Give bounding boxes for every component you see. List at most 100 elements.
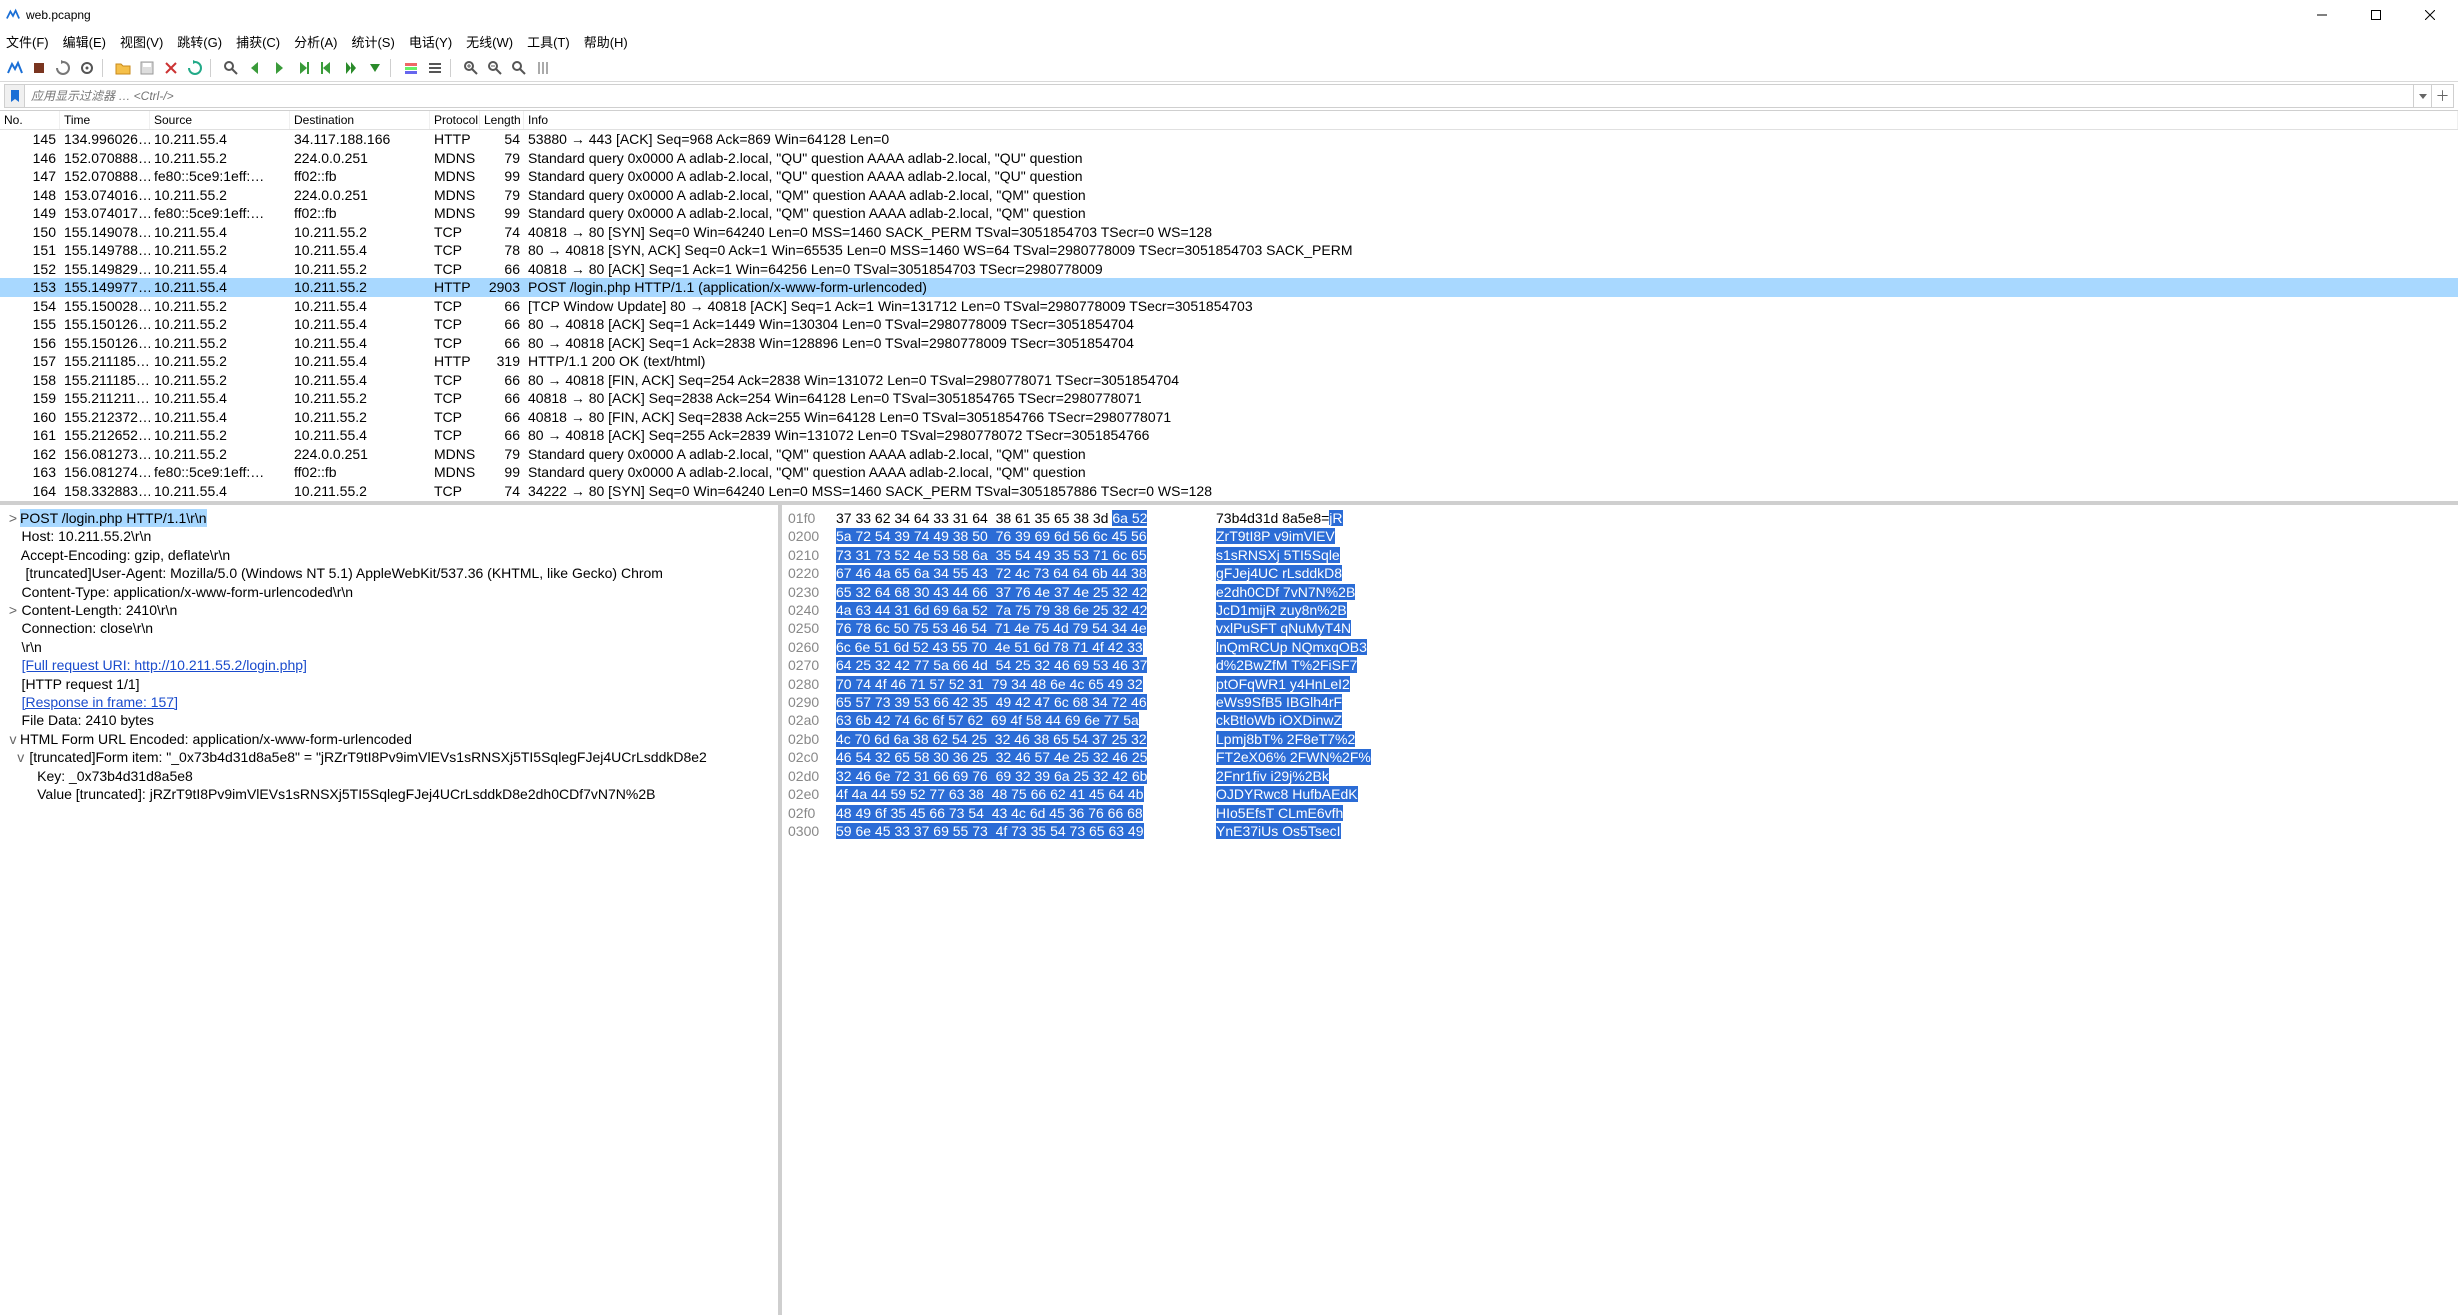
hex-row[interactable]: 021073 31 73 52 4e 53 58 6a 35 54 49 35 … bbox=[788, 546, 2452, 564]
packet-row[interactable]: 155155.150126…10.211.55.210.211.55.4TCP6… bbox=[0, 315, 2458, 334]
packet-row[interactable]: 161155.212652…10.211.55.210.211.55.4TCP6… bbox=[0, 426, 2458, 445]
close-button[interactable] bbox=[2412, 4, 2448, 26]
find-icon[interactable] bbox=[220, 57, 242, 79]
detail-crlf[interactable]: \r\n bbox=[6, 638, 772, 656]
hex-row[interactable]: 027064 25 32 42 77 5a 66 4d 54 25 32 46 … bbox=[788, 656, 2452, 674]
packet-list-pane[interactable]: No. Time Source Destination Protocol Len… bbox=[0, 110, 2458, 505]
hex-row[interactable]: 023065 32 64 68 30 43 44 66 37 76 4e 37 … bbox=[788, 583, 2452, 601]
hex-row[interactable]: 02e04f 4a 44 59 52 77 63 38 48 75 66 62 … bbox=[788, 785, 2452, 803]
column-info[interactable]: Info bbox=[524, 111, 2458, 129]
menu-tools[interactable]: 工具(T) bbox=[527, 32, 570, 51]
expand-icon[interactable]: > bbox=[6, 509, 20, 527]
detail-response-frame-link[interactable]: [Response in frame: 157] bbox=[22, 694, 178, 710]
minimize-button[interactable] bbox=[2304, 4, 2340, 26]
detail-connection[interactable]: Connection: close\r\n bbox=[6, 619, 772, 637]
capture-stop-icon[interactable] bbox=[28, 57, 50, 79]
detail-form-value[interactable]: Value [truncated]: jRZrT9tI8Pv9imVlEVs1s… bbox=[6, 785, 772, 803]
column-source[interactable]: Source bbox=[150, 111, 290, 129]
save-file-icon[interactable] bbox=[136, 57, 158, 79]
packet-row[interactable]: 145134.996026…10.211.55.434.117.188.166H… bbox=[0, 130, 2458, 149]
menu-statistics[interactable]: 统计(S) bbox=[351, 32, 394, 51]
menu-help[interactable]: 帮助(H) bbox=[584, 32, 628, 51]
menu-wireless[interactable]: 无线(W) bbox=[466, 32, 513, 51]
capture-options-icon[interactable] bbox=[76, 57, 98, 79]
display-filter-input[interactable] bbox=[25, 85, 2413, 107]
detail-request-line[interactable]: POST /login.php HTTP/1.1\r\n bbox=[20, 509, 207, 527]
detail-file-data[interactable]: File Data: 2410 bytes bbox=[6, 711, 772, 729]
close-file-icon[interactable] bbox=[160, 57, 182, 79]
hex-row[interactable]: 02005a 72 54 39 74 49 38 50 76 39 69 6d … bbox=[788, 527, 2452, 545]
menu-capture[interactable]: 捕获(C) bbox=[236, 32, 280, 51]
packet-row[interactable]: 154155.150028…10.211.55.210.211.55.4TCP6… bbox=[0, 297, 2458, 316]
zoom-reset-icon[interactable] bbox=[508, 57, 530, 79]
list-icon[interactable] bbox=[424, 57, 446, 79]
detail-form-urlencoded[interactable]: HTML Form URL Encoded: application/x-www… bbox=[20, 731, 412, 747]
hex-row[interactable]: 02606c 6e 51 6d 52 43 55 70 4e 51 6d 78 … bbox=[788, 638, 2452, 656]
column-time[interactable]: Time bbox=[60, 111, 150, 129]
detail-host[interactable]: Host: 10.211.55.2\r\n bbox=[6, 527, 772, 545]
packet-list-header[interactable]: No. Time Source Destination Protocol Len… bbox=[0, 111, 2458, 130]
hex-row[interactable]: 01f037 33 62 34 64 33 31 64 38 61 35 65 … bbox=[788, 509, 2452, 527]
detail-form-item[interactable]: [truncated]Form item: "_0x73b4d31d8a5e8"… bbox=[14, 748, 707, 766]
reload-icon[interactable] bbox=[184, 57, 206, 79]
column-protocol[interactable]: Protocol bbox=[430, 111, 480, 129]
detail-form-key[interactable]: Key: _0x73b4d31d8a5e8 bbox=[6, 767, 772, 785]
packet-row[interactable]: 156155.150126…10.211.55.210.211.55.4TCP6… bbox=[0, 334, 2458, 353]
bookmark-filter-icon[interactable] bbox=[5, 85, 25, 107]
hex-row[interactable]: 025076 78 6c 50 75 53 46 54 71 4e 75 4d … bbox=[788, 619, 2452, 637]
zoom-in-icon[interactable] bbox=[460, 57, 482, 79]
detail-accept-encoding[interactable]: Accept-Encoding: gzip, deflate\r\n bbox=[6, 546, 772, 564]
packet-row[interactable]: 164158.332883…10.211.55.410.211.55.2TCP7… bbox=[0, 482, 2458, 501]
hex-row[interactable]: 02c046 54 32 65 58 30 36 25 32 46 57 4e … bbox=[788, 748, 2452, 766]
filter-add-button[interactable]: ＋ bbox=[2431, 85, 2453, 107]
packet-row[interactable]: 157155.211185…10.211.55.210.211.55.4HTTP… bbox=[0, 352, 2458, 371]
filter-dropdown-icon[interactable] bbox=[2413, 85, 2431, 107]
hex-row[interactable]: 02404a 63 44 31 6d 69 6a 52 7a 75 79 38 … bbox=[788, 601, 2452, 619]
packet-row[interactable]: 160155.212372…10.211.55.410.211.55.2TCP6… bbox=[0, 408, 2458, 427]
maximize-button[interactable] bbox=[2358, 4, 2394, 26]
detail-content-length[interactable]: Content-Length: 2410\r\n bbox=[6, 601, 177, 619]
hex-row[interactable]: 028070 74 4f 46 71 57 52 31 79 34 48 6e … bbox=[788, 675, 2452, 693]
go-forward-icon[interactable] bbox=[268, 57, 290, 79]
packet-row[interactable]: 147152.070888…fe80::5ce9:1eff:…ff02::fbM… bbox=[0, 167, 2458, 186]
packet-row[interactable]: 150155.149078…10.211.55.410.211.55.2TCP7… bbox=[0, 223, 2458, 242]
column-length[interactable]: Length bbox=[480, 111, 524, 129]
menu-analyze[interactable]: 分析(A) bbox=[294, 32, 337, 51]
packet-row[interactable]: 148153.074016…10.211.55.2224.0.0.251MDNS… bbox=[0, 186, 2458, 205]
menu-file[interactable]: 文件(F) bbox=[6, 32, 49, 51]
hex-row[interactable]: 02d032 46 6e 72 31 66 69 76 69 32 39 6a … bbox=[788, 767, 2452, 785]
menu-view[interactable]: 视图(V) bbox=[120, 32, 163, 51]
detail-content-type[interactable]: Content-Type: application/x-www-form-url… bbox=[6, 583, 772, 601]
go-last-icon[interactable] bbox=[340, 57, 362, 79]
packet-row[interactable]: 151155.149788…10.211.55.210.211.55.4TCP7… bbox=[0, 241, 2458, 260]
go-first-icon[interactable] bbox=[316, 57, 338, 79]
colorize-icon[interactable] bbox=[400, 57, 422, 79]
menu-telephony[interactable]: 电话(Y) bbox=[409, 32, 452, 51]
go-back-icon[interactable] bbox=[244, 57, 266, 79]
column-no[interactable]: No. bbox=[0, 111, 60, 129]
hex-row[interactable]: 022067 46 4a 65 6a 34 55 43 72 4c 73 64 … bbox=[788, 564, 2452, 582]
packet-row[interactable]: 152155.149829…10.211.55.410.211.55.2TCP6… bbox=[0, 260, 2458, 279]
zoom-out-icon[interactable] bbox=[484, 57, 506, 79]
packet-row[interactable]: 165158.333552…10.211.55.210.211.55.4TCP7… bbox=[0, 500, 2458, 505]
menu-go[interactable]: 跳转(G) bbox=[177, 32, 222, 51]
packet-row[interactable]: 159155.211211…10.211.55.410.211.55.2TCP6… bbox=[0, 389, 2458, 408]
packet-row[interactable]: 149153.074017…fe80::5ce9:1eff:…ff02::fbM… bbox=[0, 204, 2458, 223]
detail-full-uri-link[interactable]: [Full request URI: http://10.211.55.2/lo… bbox=[22, 657, 307, 673]
detail-user-agent[interactable]: [truncated]User-Agent: Mozilla/5.0 (Wind… bbox=[6, 564, 772, 582]
open-file-icon[interactable] bbox=[112, 57, 134, 79]
packet-row[interactable]: 163156.081274…fe80::5ce9:1eff:…ff02::fbM… bbox=[0, 463, 2458, 482]
menu-edit[interactable]: 编辑(E) bbox=[63, 32, 106, 51]
packet-row[interactable]: 153155.149977…10.211.55.410.211.55.2HTTP… bbox=[0, 278, 2458, 297]
capture-start-icon[interactable] bbox=[4, 57, 26, 79]
packet-details-pane[interactable]: >POST /login.php HTTP/1.1\r\n Host: 10.2… bbox=[0, 505, 782, 1315]
detail-http-request[interactable]: [HTTP request 1/1] bbox=[6, 675, 772, 693]
hex-row[interactable]: 02a063 6b 42 74 6c 6f 57 62 69 4f 58 44 … bbox=[788, 711, 2452, 729]
hex-row[interactable]: 02f048 49 6f 35 45 66 73 54 43 4c 6d 45 … bbox=[788, 804, 2452, 822]
auto-scroll-icon[interactable] bbox=[364, 57, 386, 79]
column-destination[interactable]: Destination bbox=[290, 111, 430, 129]
packet-bytes-pane[interactable]: 01f037 33 62 34 64 33 31 64 38 61 35 65 … bbox=[782, 505, 2458, 1315]
packet-row[interactable]: 158155.211185…10.211.55.210.211.55.4TCP6… bbox=[0, 371, 2458, 390]
packet-row[interactable]: 162156.081273…10.211.55.2224.0.0.251MDNS… bbox=[0, 445, 2458, 464]
capture-restart-icon[interactable] bbox=[52, 57, 74, 79]
